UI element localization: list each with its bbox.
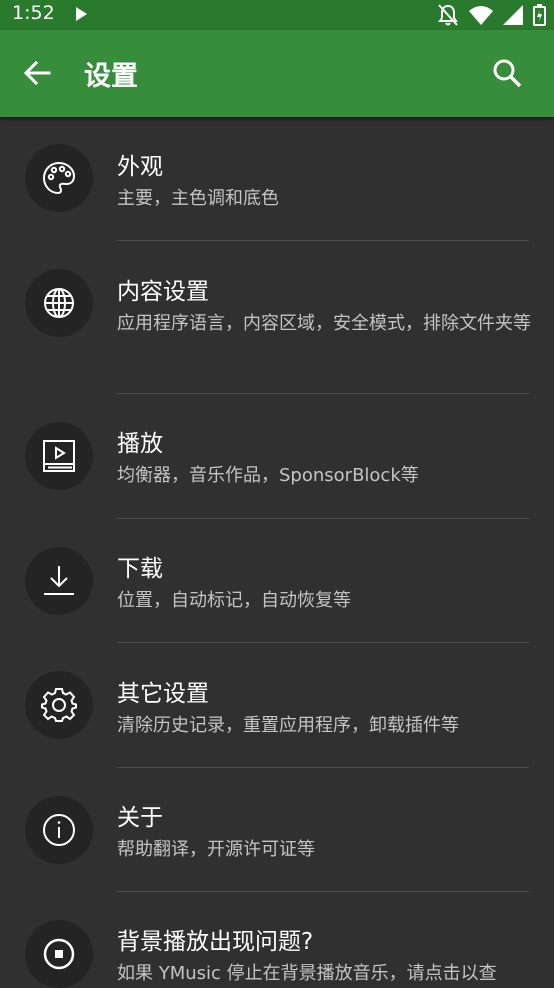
setting-item-playback[interactable]: 播放 均衡器，音乐作品，SponsorBlock等 xyxy=(0,394,554,519)
setting-subtitle: 主要，主色调和底色 xyxy=(117,188,279,209)
setting-subtitle: 位置，自动标记，自动恢复等 xyxy=(117,590,351,611)
gear-icon xyxy=(25,671,93,739)
globe-icon xyxy=(25,269,93,337)
setting-item-download[interactable]: 下载 位置，自动标记，自动恢复等 xyxy=(0,519,554,643)
back-button[interactable] xyxy=(18,56,56,94)
setting-title: 外观 xyxy=(117,154,163,180)
status-bar: 1:52 xyxy=(0,0,554,30)
player-icon xyxy=(25,422,93,490)
battery-icon xyxy=(533,4,546,30)
info-icon xyxy=(25,796,93,864)
search-icon xyxy=(492,58,522,92)
setting-subtitle: 应用程序语言，内容区域，安全模式，排除文件夹等 xyxy=(117,313,531,334)
setting-title: 背景播放出现问题? xyxy=(117,929,314,955)
download-icon xyxy=(25,547,93,615)
setting-subtitle: 帮助翻译，开源许可证等 xyxy=(117,839,315,860)
setting-item-content[interactable]: 内容设置 应用程序语言，内容区域，安全模式，排除文件夹等 xyxy=(0,241,554,394)
setting-subtitle: 均衡器，音乐作品，SponsorBlock等 xyxy=(117,465,419,486)
setting-item-appearance[interactable]: 外观 主要，主色调和底色 xyxy=(0,117,554,241)
setting-title: 其它设置 xyxy=(117,681,209,707)
wifi-icon xyxy=(469,5,493,29)
setting-title: 内容设置 xyxy=(117,279,209,305)
palette-icon xyxy=(25,144,93,212)
back-arrow-icon xyxy=(23,59,51,91)
stop-icon xyxy=(25,920,93,988)
app-bar: 设置 xyxy=(0,30,554,117)
setting-title: 关于 xyxy=(117,805,163,831)
setting-subtitle: 如果 YMusic 停止在背景播放音乐，请点击以查 xyxy=(117,963,497,984)
setting-title: 下载 xyxy=(117,556,163,582)
signal-icon xyxy=(503,5,523,29)
page-title: 设置 xyxy=(84,61,138,92)
setting-item-about[interactable]: 关于 帮助翻译，开源许可证等 xyxy=(0,768,554,892)
notifications-off-icon xyxy=(437,3,459,31)
setting-subtitle: 清除历史记录，重置应用程序，卸载插件等 xyxy=(117,715,459,736)
setting-title: 播放 xyxy=(117,431,163,457)
setting-item-background-playback[interactable]: 背景播放出现问题? 如果 YMusic 停止在背景播放音乐，请点击以查 xyxy=(0,892,554,988)
search-button[interactable] xyxy=(488,56,526,94)
play-icon xyxy=(74,6,88,26)
status-time: 1:52 xyxy=(12,2,55,24)
setting-item-other[interactable]: 其它设置 清除历史记录，重置应用程序，卸载插件等 xyxy=(0,643,554,768)
